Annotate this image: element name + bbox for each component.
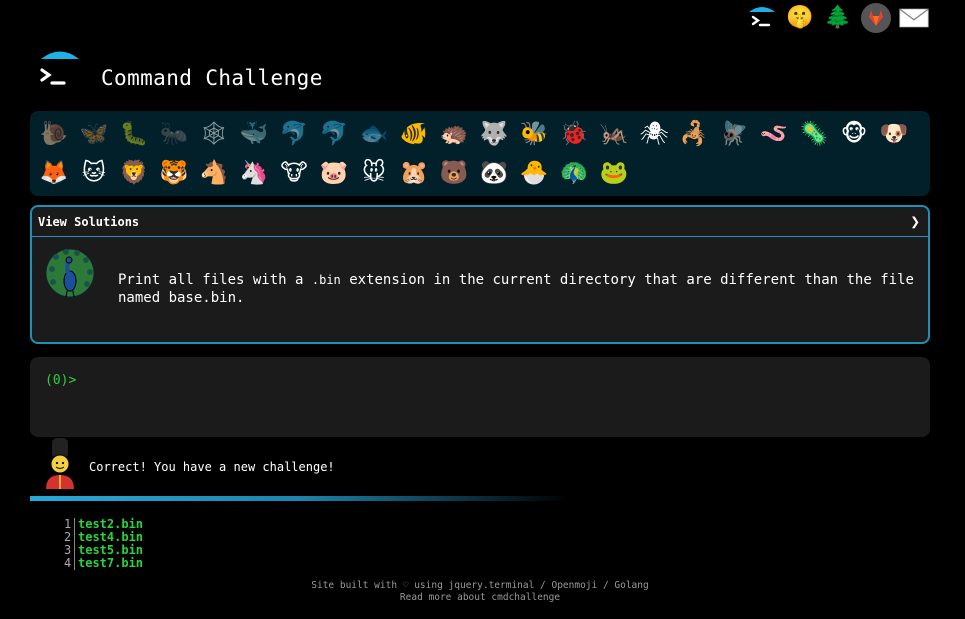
challenge-icon[interactable]: 🐬 [274,115,314,154]
challenge-icon[interactable]: 🦔 [434,115,474,154]
challenge-description: Print all files with a .bin extension in… [118,272,914,306]
challenge-icon[interactable]: 🐠 [394,115,434,154]
challenge-icon[interactable]: 🕷 [634,115,674,154]
challenge-icon[interactable]: 🐮 [274,154,314,193]
challenge-icon[interactable]: 🦋 [74,115,114,154]
challenge-icon[interactable]: 🐣 [514,154,554,193]
challenge-icon[interactable]: 🐶 [874,115,914,154]
progress-bar [30,496,570,501]
footer-about-link[interactable]: Read more about cmdchallenge [0,592,960,604]
challenge-icon[interactable]: 🪱 [754,115,794,154]
challenge-icon[interactable]: 🐭 [354,154,394,193]
challenge-icon[interactable]: 🐱 [74,154,114,193]
footer: Site built with ♡ using jquery.terminal … [0,580,960,604]
challenge-icon[interactable]: 🐝 [514,115,554,154]
challenge-grid: 🐌 🦋 🐛 🐜 🕸 🐳 🐬 🐬 🐟 🐠 🦔 🐺 🐝 🐞 🦗 🕷 🦂 🪰 🪱 🦠 🐵 🐶 🦊 🐱 🦁 🐯 🐴 🦄 🐮 🐷 🐭 🐹 🐻 🐼 🐣 🦚 🐸 [30,111,930,196]
chevron-right-icon[interactable]: ❯ [910,212,920,231]
footer-credits: Site built with ♡ using jquery.terminal … [311,580,649,591]
tree-icon[interactable]: 🌲 [823,3,853,33]
challenge-icon[interactable]: 🐌 [34,115,74,154]
challenge-icon[interactable]: 🦂 [674,115,714,154]
challenge-icon[interactable]: 🐯 [154,154,194,193]
output-filename: test7.bin [78,556,144,570]
view-solutions-label[interactable]: View Solutions [38,215,139,229]
challenge-panel: View Solutions ❯ Print all files with a … [30,205,930,344]
challenge-icon[interactable]: 🦄 [234,154,274,193]
guard-icon [46,438,74,489]
challenge-icon[interactable]: 🐷 [314,154,354,193]
challenge-icon[interactable]: 🐛 [114,115,154,154]
line-number: 4 [64,557,75,570]
challenge-icon[interactable]: 🐹 [394,154,434,193]
view-solutions-bar[interactable]: View Solutions ❯ [32,207,928,237]
challenge-icon[interactable]: 🦚 [554,154,594,193]
challenge-icon[interactable]: 🐳 [234,115,274,154]
terminal-umbrella-icon[interactable] [747,3,777,33]
peacock-icon [45,248,95,298]
challenge-icon[interactable]: 🕸 [194,115,234,154]
challenge-icon[interactable]: 🐵 [834,115,874,154]
code-snippet: .bin [311,273,341,287]
envelope-icon[interactable] [899,3,929,33]
terminal-prompt: (0)> [45,373,77,388]
command-output: 1 test2.bin 2 test4.bin 3 test5.bin 4 te… [64,518,143,570]
challenge-icon[interactable]: 🐴 [194,154,234,193]
gitlab-icon[interactable] [861,3,891,33]
output-row: 4 test7.bin [64,557,143,570]
challenge-icon[interactable]: 🐬 [314,115,354,154]
challenge-icon[interactable]: 🐻 [434,154,474,193]
shushing-face-icon[interactable]: 🤫 [785,3,815,33]
challenge-icon[interactable]: 🦗 [594,115,634,154]
challenge-icon[interactable]: 🐜 [154,115,194,154]
page-title: Command Challenge [101,66,323,90]
challenge-icon[interactable]: 🦁 [114,154,154,193]
feedback-message: Correct! You have a new challenge! [89,460,335,474]
top-nav: 🤫 🌲 [747,3,929,33]
terminal-input[interactable]: (0)> [30,357,930,437]
challenge-icon[interactable]: 🐼 [474,154,514,193]
challenge-icon[interactable]: 🦠 [794,115,834,154]
challenge-icon[interactable]: 🐞 [554,115,594,154]
challenge-icon[interactable]: 🐟 [354,115,394,154]
challenge-icon[interactable]: 🦊 [34,154,74,193]
challenge-icon[interactable]: 🐺 [474,115,514,154]
logo-icon [40,51,79,85]
challenge-icon[interactable]: 🪰 [714,115,754,154]
challenge-icon[interactable]: 🐸 [594,154,634,193]
